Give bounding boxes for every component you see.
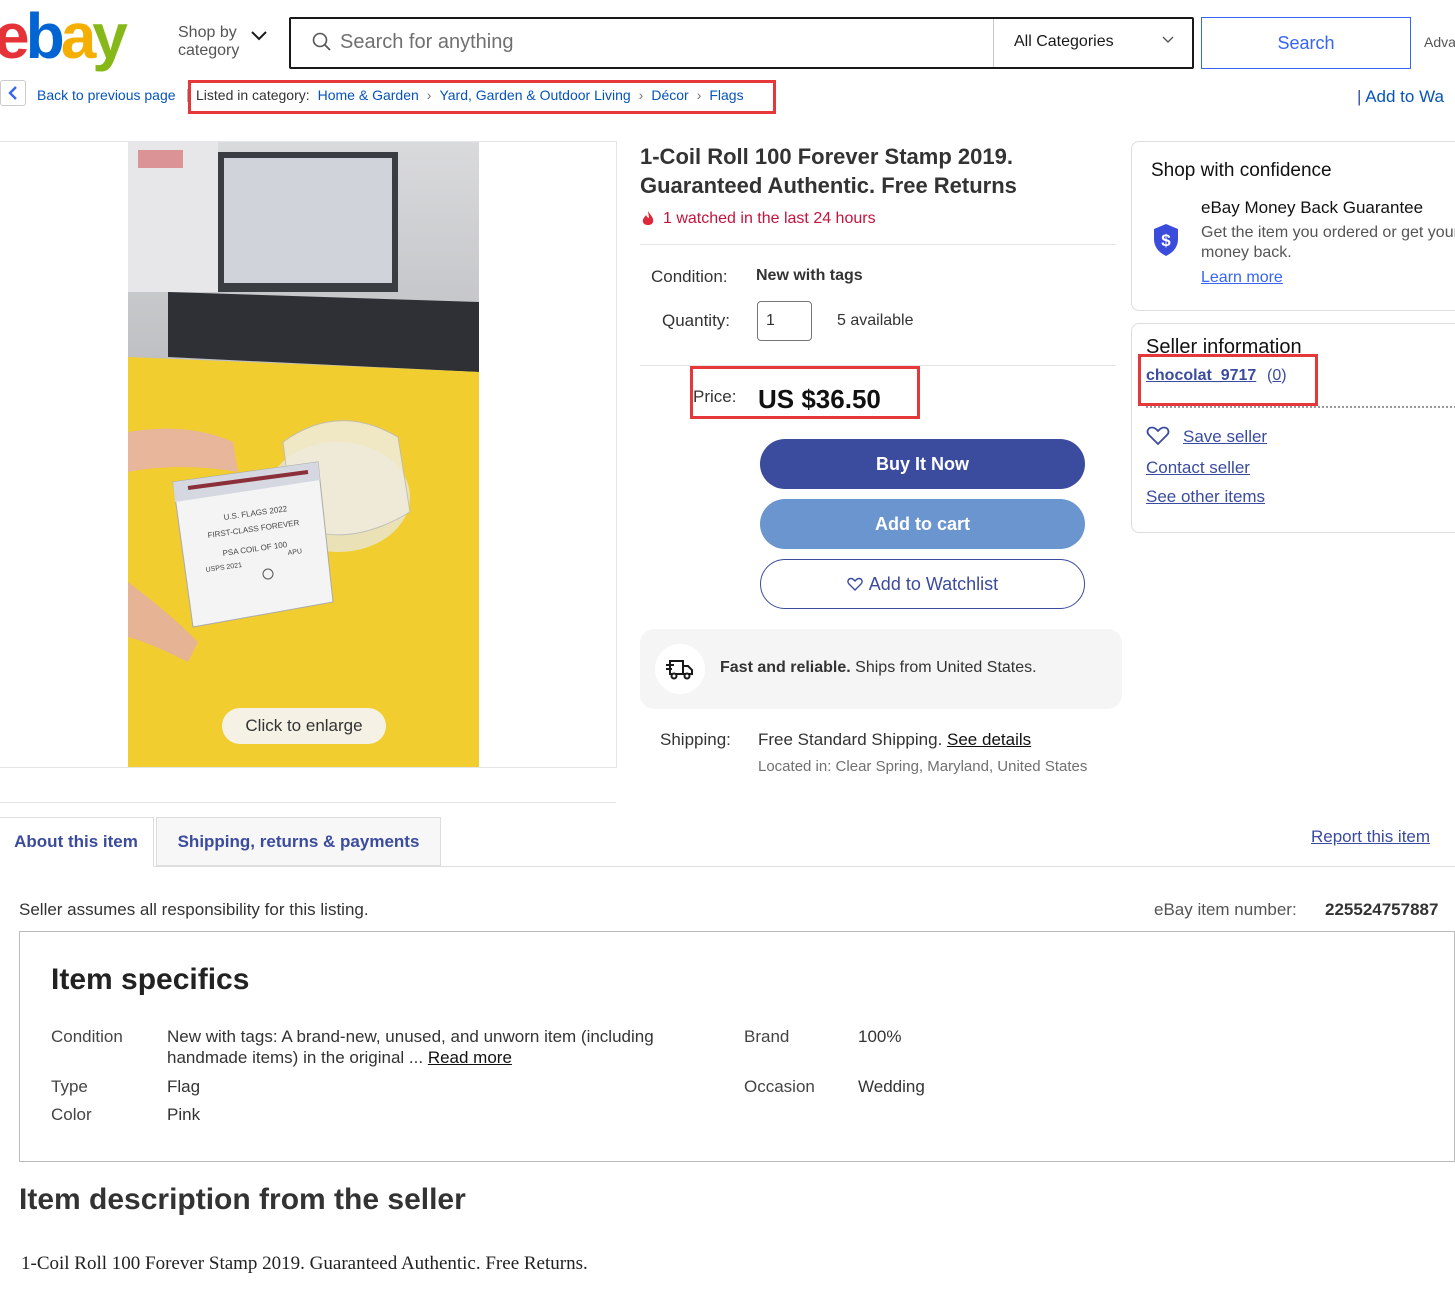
spec-key-color: Color bbox=[51, 1105, 92, 1124]
add-to-watchlist-label: Add to Watchlist bbox=[868, 573, 999, 594]
flame-icon bbox=[642, 211, 654, 225]
truck-icon bbox=[666, 660, 693, 680]
spec-value-color: Pink bbox=[167, 1105, 201, 1124]
watched-text: 1 watched in the last 24 hours bbox=[663, 210, 876, 227]
see-other-items-link[interactable]: See other items bbox=[1146, 487, 1265, 507]
contact-seller-link[interactable]: Contact seller bbox=[1146, 458, 1250, 478]
annotation-highlight-seller bbox=[1138, 354, 1318, 406]
shop-by-category-button[interactable]: Shop by category bbox=[178, 24, 239, 60]
shipping-text: Free Standard Shipping. bbox=[758, 730, 948, 749]
product-photo-illustration: U.S. FLAGS 2022 FIRST-CLASS FOREVER PSA … bbox=[128, 142, 479, 767]
spec-condition-text: New with tags: A brand-new, unused, and … bbox=[167, 1027, 654, 1067]
click-to-enlarge-button[interactable]: Click to enlarge bbox=[222, 708, 386, 744]
annotation-highlight-breadcrumb bbox=[188, 80, 776, 114]
item-location: Located in: Clear Spring, Maryland, Unit… bbox=[758, 758, 1088, 775]
shipping-label: Shipping: bbox=[660, 730, 731, 749]
heart-icon bbox=[847, 577, 863, 591]
truck-icon-wrapper bbox=[655, 644, 705, 694]
search-input[interactable] bbox=[340, 27, 980, 57]
shop-with-confidence-title: Shop with confidence bbox=[1151, 160, 1332, 181]
divider bbox=[1146, 406, 1455, 408]
add-to-watchlist-link[interactable]: | Add to Wa bbox=[1357, 87, 1444, 107]
item-description-text: 1-Coil Roll 100 Forever Stamp 2019. Guar… bbox=[21, 1253, 588, 1274]
spec-key-brand: Brand bbox=[744, 1027, 790, 1046]
divider bbox=[0, 802, 616, 803]
search-icon bbox=[312, 32, 331, 51]
shipping-promo-bold: Fast and reliable. bbox=[720, 659, 851, 676]
shipping-value: Free Standard Shipping. See details bbox=[758, 730, 1031, 750]
listing-title: 1-Coil Roll 100 Forever Stamp 2019. Guar… bbox=[640, 144, 1017, 198]
spec-key-type: Type bbox=[51, 1077, 88, 1096]
save-seller-link[interactable]: Save seller bbox=[1183, 427, 1267, 447]
quantity-input[interactable] bbox=[757, 301, 812, 341]
seller-responsibility-note: Seller assumes all responsibility for th… bbox=[19, 900, 369, 919]
category-select[interactable]: All Categories bbox=[1014, 33, 1114, 51]
spec-value-type: Flag bbox=[167, 1077, 201, 1096]
shield-dollar-icon: $ bbox=[1154, 224, 1178, 256]
annotation-highlight-price bbox=[690, 366, 920, 419]
svg-text:$: $ bbox=[1161, 231, 1171, 250]
shop-by-category-line2: category bbox=[178, 42, 240, 59]
money-back-guarantee-title: eBay Money Back Guarantee bbox=[1201, 198, 1424, 217]
shipping-promo-rest: Ships from United States. bbox=[850, 659, 1037, 676]
item-description-title: Item description from the seller bbox=[19, 1183, 466, 1216]
buy-it-now-button[interactable]: Buy It Now bbox=[760, 439, 1085, 489]
divider bbox=[993, 19, 994, 67]
item-number-value: 225524757887 bbox=[1325, 900, 1439, 919]
condition-label: Condition: bbox=[651, 267, 728, 286]
shop-by-category-line1: Shop by bbox=[178, 24, 237, 41]
shipping-promo-text: Fast and reliable. Ships from United Sta… bbox=[720, 659, 1037, 677]
report-this-item-link[interactable]: Report this item bbox=[1311, 827, 1430, 847]
chevron-down-icon[interactable] bbox=[250, 30, 268, 42]
divider bbox=[0, 866, 1455, 867]
product-photo[interactable]: U.S. FLAGS 2022 FIRST-CLASS FOREVER PSA … bbox=[128, 142, 479, 767]
spec-value-brand: 100% bbox=[858, 1027, 902, 1046]
advanced-search-link[interactable]: Adva bbox=[1424, 34, 1455, 50]
money-back-guarantee-text: Get the item you ordered or get your mon… bbox=[1201, 224, 1455, 261]
tab-shipping-returns-payments[interactable]: Shipping, returns & payments bbox=[156, 817, 441, 866]
learn-more-link[interactable]: Learn more bbox=[1201, 269, 1283, 287]
item-number-label: eBay item number: bbox=[1154, 900, 1297, 919]
see-details-link[interactable]: See details bbox=[947, 730, 1031, 749]
chevron-left-icon bbox=[8, 86, 17, 100]
item-specifics-title: Item specifics bbox=[51, 963, 250, 996]
add-to-watchlist-label: Add to Wa bbox=[1365, 87, 1444, 106]
search-button[interactable]: Search bbox=[1201, 17, 1411, 69]
divider bbox=[640, 244, 1116, 245]
ebay-logo[interactable]: ebay bbox=[0, 4, 128, 68]
spec-value-occasion: Wedding bbox=[858, 1077, 925, 1096]
spec-key-condition: Condition bbox=[51, 1027, 123, 1046]
spec-value-condition: New with tags: A brand-new, unused, and … bbox=[167, 1026, 687, 1068]
spec-key-occasion: Occasion bbox=[744, 1077, 815, 1096]
quantity-label: Quantity: bbox=[662, 311, 731, 330]
watched-indicator: 1 watched in the last 24 hours bbox=[641, 210, 876, 228]
heart-icon[interactable] bbox=[1146, 426, 1170, 446]
add-to-watchlist-button[interactable]: Add to Watchlist bbox=[760, 559, 1085, 609]
tab-about-this-item[interactable]: About this item bbox=[0, 817, 154, 867]
available-count: 5 available bbox=[837, 312, 914, 329]
back-button[interactable] bbox=[0, 80, 26, 106]
chevron-down-icon[interactable] bbox=[1162, 36, 1174, 44]
read-more-link[interactable]: Read more bbox=[428, 1048, 512, 1067]
condition-value: New with tags bbox=[756, 267, 863, 284]
add-to-cart-button[interactable]: Add to cart bbox=[760, 499, 1085, 549]
back-to-previous-page-link[interactable]: Back to previous page bbox=[37, 87, 176, 103]
